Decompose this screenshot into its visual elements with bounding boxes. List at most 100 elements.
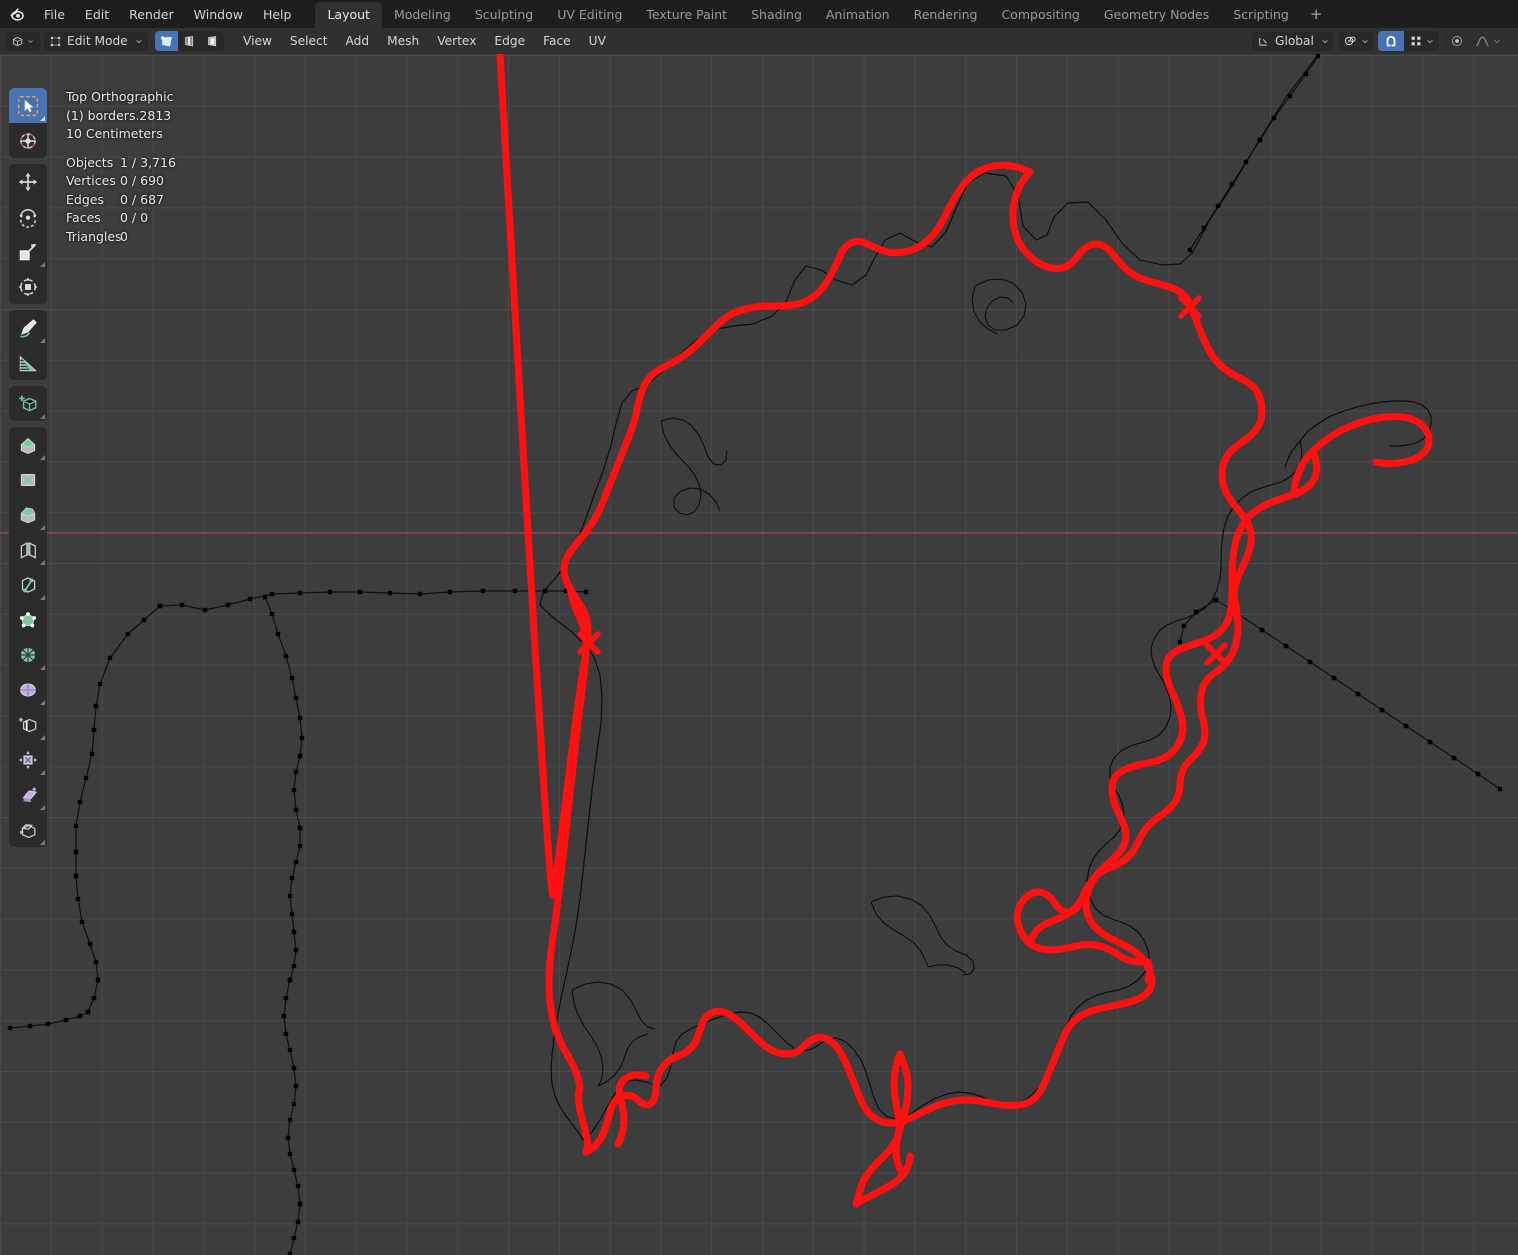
add-cube-tool-button[interactable] [9,386,47,421]
edge-slide-icon [18,717,37,732]
snapping-group [1378,31,1439,51]
shear-tool-button[interactable] [9,777,47,812]
orientation-icon [1258,37,1267,46]
app-menu-window[interactable]: Window [184,4,253,25]
viewport-menu-bar: View Select Add Mesh Vertex Edge Face UV [234,31,615,51]
viewport-menu-view[interactable]: View [234,31,281,51]
proportional-editing-group [1444,31,1506,51]
bevel-tool-button[interactable] [9,497,47,532]
inset-faces-icon [20,473,36,486]
viewport-header-right: Global [1252,31,1512,51]
pivot-point-icon [1344,36,1356,46]
smooth-tool-button[interactable] [9,672,47,707]
viewport-menu-vertex[interactable]: Vertex [428,31,485,51]
viewport-menu-select[interactable]: Select [281,31,337,51]
blender-window: File Edit Render Window Help Layout Modeling S… [0,0,1518,1255]
rip-region-tool-button[interactable] [9,812,47,847]
tool-submenu-indicator [40,414,45,419]
extrude-region-icon [20,437,36,454]
viewport-toolbar [9,88,47,853]
workspace-tab-uv-editing[interactable]: UV Editing [545,2,634,28]
tool-submenu-indicator [40,840,45,845]
workspace-tab-scripting[interactable]: Scripting [1221,2,1301,28]
snap-toggle-button[interactable] [1378,31,1404,51]
blender-logo-icon[interactable] [0,0,34,28]
toolbar-group [9,386,47,421]
shear-icon [22,787,38,802]
move-tool-button[interactable] [9,164,47,199]
add-cube-icon [19,395,37,411]
tool-submenu-indicator [40,262,45,267]
viewport-menu-uv[interactable]: UV [580,31,615,51]
pivot-point-selector[interactable] [1339,31,1373,51]
loop-cut-icon [20,541,36,559]
pencil-annotate-icon [19,318,37,338]
transform-icon [18,277,38,296]
ruler-measure-icon [19,355,38,371]
app-menu-file[interactable]: File [34,4,75,25]
proportional-edit-toggle[interactable] [1444,31,1470,51]
interaction-mode-selector[interactable]: Edit Mode [44,31,148,51]
knife-tool-button[interactable] [9,567,47,602]
knife-icon [21,576,36,593]
transform-tool-button[interactable] [9,269,47,304]
viewport-menu-add[interactable]: Add [337,31,379,51]
add-workspace-button[interactable]: + [1301,2,1332,26]
tool-submenu-indicator [40,665,45,670]
extrude-region-tool-button[interactable] [9,427,47,462]
cursor-arrow-icon [17,95,39,116]
3d-viewport[interactable]: Top Orthographic (1) borders.2813 10 Cen… [0,54,1518,1255]
mesh-select-mode-group [155,31,224,51]
face-select-mode-button[interactable] [201,31,224,51]
workspace-tab-layout[interactable]: Layout [315,2,382,28]
tool-submenu-indicator [40,735,45,740]
edge-select-mode-button[interactable] [178,31,201,51]
snap-target-selector[interactable] [1404,31,1439,51]
workspace-tab-shading[interactable]: Shading [739,2,814,28]
viewport-menu-face[interactable]: Face [534,31,580,51]
scale-tool-button[interactable] [9,234,47,269]
viewport-menu-edge[interactable]: Edge [485,31,534,51]
spin-icon [20,647,36,662]
workspace-tab-sculpting[interactable]: Sculpting [463,2,545,28]
transform-orientation-selector[interactable]: Global [1252,31,1334,51]
rotate-tool-button[interactable] [9,199,47,234]
app-menu-help[interactable]: Help [253,4,302,25]
app-menu-edit[interactable]: Edit [75,4,119,25]
tool-submenu-indicator [40,116,45,121]
shrink-fatten-tool-button[interactable] [9,742,47,777]
inset-faces-tool-button[interactable] [9,462,47,497]
poly-build-tool-button[interactable] [9,602,47,637]
top-bar: File Edit Render Window Help Layout Modeling S… [0,0,1518,28]
rip-region-icon [19,823,36,838]
3d-cursor-icon [20,132,36,149]
shrink-fatten-icon [18,750,38,769]
workspace-tab-compositing[interactable]: Compositing [989,2,1091,28]
editor-type-selector[interactable] [6,31,40,51]
measure-tool-button[interactable] [9,345,47,380]
transform-orientation-label: Global [1275,34,1314,48]
app-menu-bar: File Edit Render Window Help [34,4,301,25]
toolbar-group [9,88,47,158]
workspace-tab-rendering[interactable]: Rendering [902,2,990,28]
annotate-tool-button[interactable] [9,310,47,345]
cursor-tool-button[interactable] [9,123,47,158]
vertex-select-mode-button[interactable] [155,31,178,51]
tool-submenu-indicator [40,455,45,460]
proportional-falloff-selector[interactable] [1470,31,1506,51]
tool-submenu-indicator [40,770,45,775]
tweak-select-box-tool-button[interactable] [9,88,47,123]
workspace-tab-geometry-nodes[interactable]: Geometry Nodes [1092,2,1221,28]
annotation-stroke-layer [496,54,1433,1208]
edge-slide-tool-button[interactable] [9,707,47,742]
workspace-tabs: Layout Modeling Sculpting UV Editing Texture… [315,1,1301,28]
bevel-icon [20,506,36,523]
workspace-tab-texture-paint[interactable]: Texture Paint [634,2,739,28]
snap-grid-icon [1411,36,1421,46]
workspace-tab-modeling[interactable]: Modeling [382,2,463,28]
spin-tool-button[interactable] [9,637,47,672]
workspace-tab-animation[interactable]: Animation [814,2,902,28]
loop-cut-tool-button[interactable] [9,532,47,567]
app-menu-render[interactable]: Render [119,4,184,25]
viewport-menu-mesh[interactable]: Mesh [378,31,428,51]
